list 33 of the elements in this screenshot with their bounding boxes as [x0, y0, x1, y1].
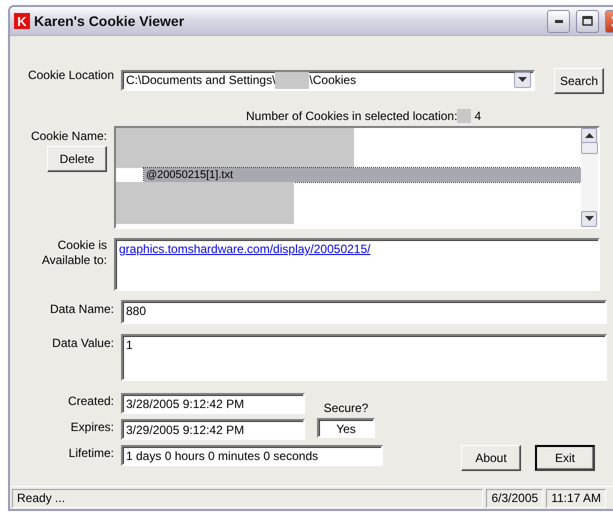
count-label: Number of Cookies in selected location: [246, 109, 458, 123]
date-field[interactable]: 3/29/2005 9:12:42 PM [121, 419, 305, 440]
status-date: 6/3/2005 [486, 488, 544, 508]
text-field[interactable]: 880 [121, 300, 607, 324]
delete-button[interactable]: Delete [47, 146, 107, 172]
field-label: Cookie Location [26, 68, 115, 82]
secure-label: Secure? [324, 401, 368, 415]
field-label: Created: [66, 394, 115, 408]
dialog-button[interactable]: About [461, 445, 521, 471]
field-label: Available to: [42, 253, 107, 268]
path-text: C:\Documents and Settings\ [126, 73, 276, 87]
field-label: Data Name: [48, 302, 115, 316]
count-value: 4 [474, 109, 482, 123]
dialog-button[interactable]: Exit [535, 445, 595, 471]
list-item[interactable]: @20050215[1].txt [144, 168, 581, 182]
secure-field: Yes [317, 418, 375, 438]
status-message: Ready ... [12, 488, 484, 508]
field-label: Expires: [70, 420, 115, 434]
text-field[interactable]: 1 [121, 334, 607, 381]
path-text: \Cookies [309, 73, 358, 87]
window-title: Karen's Cookie Viewer [34, 13, 186, 29]
status-time: 11:17 AM [546, 488, 606, 508]
lifetime-field[interactable]: 1 days 0 hours 0 minutes 0 seconds [121, 445, 383, 466]
field-label: Cookie Name: [30, 129, 107, 143]
field-label: Lifetime: [68, 446, 115, 460]
domain-link[interactable]: graphics.tomshardware.com/display/20050215/ [119, 242, 370, 256]
date-field[interactable]: 3/28/2005 9:12:42 PM [121, 393, 305, 414]
cookie-list[interactable]: @20050215[1].txt [114, 126, 600, 229]
app-icon: K [14, 13, 30, 29]
field-label: Data Value: [51, 336, 115, 350]
location-dropdown[interactable]: C:\Documents and Settings\ \Cookies [121, 70, 535, 90]
field-label: Cookie is [58, 238, 107, 253]
search-button[interactable]: Search [554, 68, 604, 94]
